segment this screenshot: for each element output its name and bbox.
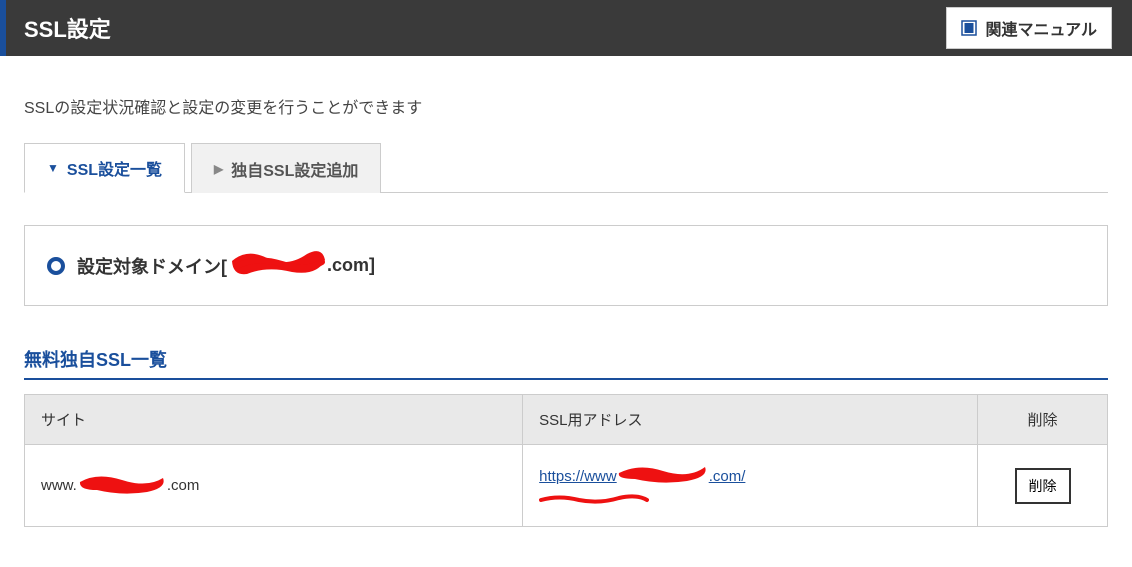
site-cell: www. .com — [41, 472, 506, 500]
page-header: SSL設定 関連マニュアル — [0, 0, 1132, 56]
col-header-site: サイト — [25, 395, 523, 445]
target-domain-prefix: 設定対象ドメイン[ — [77, 253, 227, 279]
ssl-address-link[interactable]: https://www .com/ — [539, 463, 745, 489]
circle-icon — [47, 257, 65, 275]
ssl-table: サイト SSL用アドレス 削除 www. .c — [24, 394, 1108, 527]
tab-ssl-list-label: SSL設定一覧 — [67, 156, 162, 180]
target-domain-suffix: .com] — [327, 255, 375, 276]
redacted-address — [617, 463, 709, 489]
site-prefix: www. — [41, 477, 77, 494]
col-header-delete: 削除 — [978, 395, 1108, 445]
target-domain-text: 設定対象ドメイン[ .com] — [77, 246, 375, 285]
address-prefix: https://www — [539, 468, 617, 485]
page-description: SSLの設定状況確認と設定の変更を行うことができます — [24, 94, 1108, 118]
chevron-down-icon: ▼ — [47, 161, 59, 175]
table-row: www. .com https://www — [25, 445, 1108, 527]
col-header-address: SSL用アドレス — [523, 395, 978, 445]
redacted-underline — [539, 491, 649, 508]
delete-button[interactable]: 削除 — [1015, 468, 1071, 504]
target-domain-box: 設定対象ドメイン[ .com] — [24, 225, 1108, 306]
tab-add-ssl-label: 独自SSL設定追加 — [231, 157, 358, 181]
site-suffix: .com — [167, 477, 200, 494]
tab-ssl-list[interactable]: ▼ SSL設定一覧 — [24, 143, 185, 193]
page-title: SSL設定 — [24, 12, 111, 44]
related-manual-button[interactable]: 関連マニュアル — [946, 7, 1112, 49]
related-manual-label: 関連マニュアル — [985, 16, 1097, 40]
tab-add-ssl[interactable]: ▶ 独自SSL設定追加 — [191, 143, 381, 193]
redacted-site — [77, 472, 167, 500]
tabs: ▼ SSL設定一覧 ▶ 独自SSL設定追加 — [24, 142, 1108, 193]
address-suffix: .com/ — [709, 468, 746, 485]
chevron-right-icon: ▶ — [214, 162, 223, 176]
book-icon — [961, 20, 977, 36]
redacted-domain — [227, 246, 327, 285]
free-ssl-list-title: 無料独自SSL一覧 — [24, 346, 1108, 380]
